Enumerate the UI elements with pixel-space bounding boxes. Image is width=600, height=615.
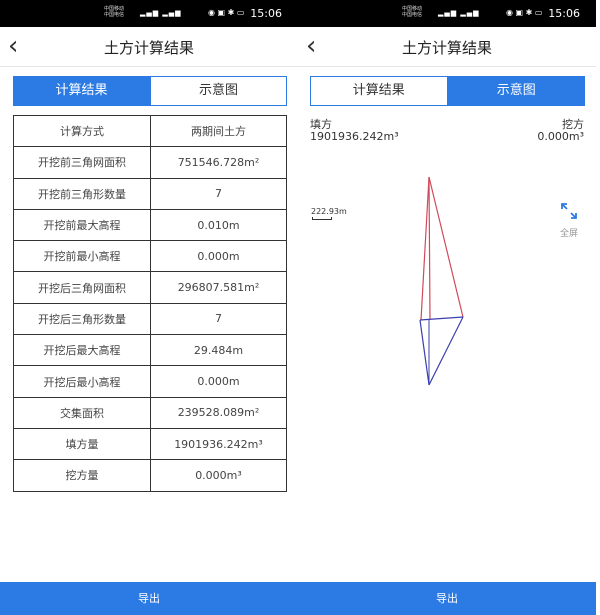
row-label: 交集面积 xyxy=(13,396,151,429)
row-value: 296807.581m² xyxy=(150,271,287,304)
diagram-screen: 中国移动 中国电信 ▂▄▆ ▂▄▆ ◉ ▣ ✱ ▭ 15:06 ‹ 土方计算结果… xyxy=(298,0,596,615)
table-row: 开挖前最大高程 0.010m xyxy=(13,208,287,242)
table-row: 交集面积 239528.089m² xyxy=(13,396,287,429)
row-value: 7 xyxy=(150,177,287,210)
export-button[interactable]: 导出 xyxy=(298,582,596,615)
carrier-labels: 中国移动 中国电信 xyxy=(402,6,422,18)
nav-bar: ‹ 土方计算结果 xyxy=(0,27,298,67)
fill-value: 1901936.242m³ xyxy=(310,130,399,143)
carrier-2: 中国电信 xyxy=(104,12,125,18)
fill-edge xyxy=(420,176,430,321)
tab-calc-result[interactable]: 计算结果 xyxy=(13,76,150,106)
carrier-2: 中国电信 xyxy=(402,12,423,18)
status-bar: 中国移动 中国电信 ▂▄▆ ▂▄▆ ◉ ▣ ✱ ▭ 15:06 xyxy=(0,0,298,27)
cut-edge xyxy=(428,316,464,386)
row-value: 0.000m xyxy=(150,365,287,398)
signal-icon: ▂▄▆ ▂▄▆ xyxy=(438,9,480,17)
signal-icon: ▂▄▆ ▂▄▆ xyxy=(140,9,182,17)
table-row: 开挖后三角网面积 296807.581m² xyxy=(13,271,287,304)
status-bar: 中国移动 中国电信 ▂▄▆ ▂▄▆ ◉ ▣ ✱ ▭ 15:06 xyxy=(298,0,596,27)
row-label: 开挖后最小高程 xyxy=(13,365,151,398)
page-title: 土方计算结果 xyxy=(103,39,194,57)
fill-edge xyxy=(428,176,464,318)
table-row: 开挖前三角网面积 751546.728m² xyxy=(13,146,287,179)
nav-bar: ‹ 土方计算结果 xyxy=(298,27,596,67)
row-value: 7 xyxy=(150,302,287,336)
table-row: 开挖后最小高程 0.000m xyxy=(13,365,287,398)
tab-diagram[interactable]: 示意图 xyxy=(447,76,585,106)
cut-edge xyxy=(419,316,464,321)
nav-divider xyxy=(298,66,596,67)
result-screen: 中国移动 中国电信 ▂▄▆ ▂▄▆ ◉ ▣ ✱ ▭ 15:06 ‹ 土方计算结果… xyxy=(0,0,298,615)
earthwork-diagram[interactable] xyxy=(298,150,596,400)
fill-triangles xyxy=(420,176,464,321)
row-label: 计算方式 xyxy=(13,114,151,148)
row-value: 0.000m xyxy=(150,240,287,273)
table-row: 挖方量 0.000m³ xyxy=(13,459,287,492)
row-label: 开挖前最小高程 xyxy=(13,240,151,273)
table-row: 填方量 1901936.242m³ xyxy=(13,427,287,461)
row-value: 0.000m³ xyxy=(150,459,287,492)
row-label: 开挖后三角网面积 xyxy=(13,271,151,304)
tab-bar: 计算结果 示意图 xyxy=(310,76,585,106)
tab-bar: 计算结果 示意图 xyxy=(13,76,287,106)
status-time: 15:06 xyxy=(250,7,282,20)
nav-divider xyxy=(0,66,298,67)
cut-value-text: 0.000m³ xyxy=(537,130,584,143)
cut-value: 0.000m³ xyxy=(537,130,584,143)
tab-diagram[interactable]: 示意图 xyxy=(150,76,287,106)
table-row: 开挖后最大高程 29.484m xyxy=(13,334,287,367)
carrier-labels: 中国移动 中国电信 xyxy=(104,6,124,18)
row-value: 1901936.242m³ xyxy=(150,427,287,461)
cut-triangles xyxy=(419,316,464,386)
row-value: 0.010m xyxy=(150,208,287,242)
row-label: 开挖前最大高程 xyxy=(13,208,151,242)
table-row: 开挖前最小高程 0.000m xyxy=(13,240,287,273)
row-label: 挖方量 xyxy=(13,459,151,492)
status-icons: ◉ ▣ ✱ ▭ xyxy=(208,8,245,17)
table-row: 计算方式 两期间土方 xyxy=(13,114,287,148)
row-value: 239528.089m² xyxy=(150,396,287,429)
table-row: 开挖前三角形数量 7 xyxy=(13,177,287,210)
row-value: 29.484m xyxy=(150,334,287,367)
status-icons: ◉ ▣ ✱ ▭ xyxy=(506,8,543,17)
row-label: 开挖后三角形数量 xyxy=(13,302,151,336)
row-label: 开挖前三角形数量 xyxy=(13,177,151,210)
table-row: 开挖后三角形数量 7 xyxy=(13,302,287,336)
fill-edge xyxy=(428,176,431,320)
result-table: 计算方式 两期间土方 开挖前三角网面积 751546.728m² 开挖前三角形数量 7 开挖… xyxy=(13,114,287,492)
row-value: 751546.728m² xyxy=(150,146,287,179)
row-label: 填方量 xyxy=(13,427,151,461)
page-title: 土方计算结果 xyxy=(401,39,492,57)
tab-calc-result[interactable]: 计算结果 xyxy=(310,76,448,106)
row-label: 开挖前三角网面积 xyxy=(13,146,151,179)
export-button[interactable]: 导出 xyxy=(0,582,298,615)
row-label: 开挖后最大高程 xyxy=(13,334,151,367)
cut-edge xyxy=(419,319,430,386)
fill-value-text: 1901936.242m³ xyxy=(310,130,399,143)
status-time: 15:06 xyxy=(548,7,580,20)
row-value: 两期间土方 xyxy=(150,114,287,148)
